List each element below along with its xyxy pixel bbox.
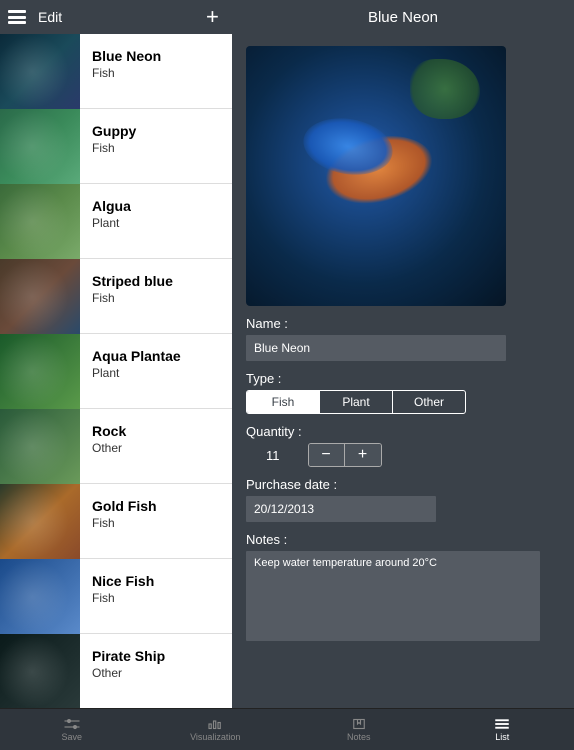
- type-label: Type :: [246, 371, 560, 386]
- item-type: Fish: [92, 66, 222, 80]
- sliders-icon: [63, 717, 81, 731]
- add-button[interactable]: +: [206, 4, 219, 30]
- item-thumbnail: [0, 259, 80, 334]
- bookmark-icon: [350, 717, 368, 731]
- item-type: Fish: [92, 516, 222, 530]
- item-type: Fish: [92, 291, 222, 305]
- tab-bar: Save Visualization Notes List: [0, 708, 574, 750]
- item-name: Guppy: [92, 123, 222, 139]
- tab-notes[interactable]: Notes: [287, 709, 431, 750]
- item-name: Rock: [92, 423, 222, 439]
- item-thumbnail: [0, 34, 80, 109]
- list-item[interactable]: Nice Fish Fish: [0, 559, 232, 634]
- item-type: Fish: [92, 141, 222, 155]
- item-thumbnail: [0, 109, 80, 184]
- type-option-plant[interactable]: Plant: [320, 391, 393, 413]
- stepper-plus[interactable]: +: [345, 444, 381, 466]
- type-option-fish[interactable]: Fish: [247, 391, 320, 413]
- item-type: Other: [92, 441, 222, 455]
- item-name: Nice Fish: [92, 573, 222, 589]
- list-item[interactable]: Guppy Fish: [0, 109, 232, 184]
- bars-icon: [206, 717, 224, 731]
- list-icon: [493, 717, 511, 731]
- tab-label: Save: [61, 732, 82, 742]
- item-type: Fish: [92, 591, 222, 605]
- quantity-value: 11: [246, 448, 280, 463]
- tab-save[interactable]: Save: [0, 709, 144, 750]
- header-bar: Edit + Blue Neon: [0, 0, 574, 34]
- stepper-minus[interactable]: −: [309, 444, 345, 466]
- purchase-date-field[interactable]: 20/12/2013: [246, 496, 436, 522]
- item-thumbnail: [0, 559, 80, 634]
- item-name: Striped blue: [92, 273, 222, 289]
- item-type: Plant: [92, 366, 222, 380]
- name-field[interactable]: Blue Neon: [246, 335, 506, 361]
- item-name: Pirate Ship: [92, 648, 222, 664]
- item-thumbnail: [0, 184, 80, 259]
- item-thumbnail: [0, 409, 80, 484]
- list-item[interactable]: Blue Neon Fish: [0, 34, 232, 109]
- name-label: Name :: [246, 316, 560, 331]
- item-name: Blue Neon: [92, 48, 222, 64]
- notes-label: Notes :: [246, 532, 560, 547]
- notes-field[interactable]: Keep water temperature around 20°C: [246, 551, 540, 641]
- item-type: Plant: [92, 216, 222, 230]
- tab-label: Notes: [347, 732, 371, 742]
- tab-label: Visualization: [190, 732, 240, 742]
- edit-button[interactable]: Edit: [38, 9, 62, 25]
- purchase-date-label: Purchase date :: [246, 477, 560, 492]
- page-title: Blue Neon: [232, 9, 574, 26]
- list-item[interactable]: Gold Fish Fish: [0, 484, 232, 559]
- item-thumbnail: [0, 334, 80, 409]
- tab-visualization[interactable]: Visualization: [144, 709, 288, 750]
- item-thumbnail: [0, 484, 80, 559]
- list-item[interactable]: Aqua Plantae Plant: [0, 334, 232, 409]
- item-list[interactable]: Blue Neon Fish Guppy Fish Algua Plant: [0, 34, 232, 708]
- quantity-label: Quantity :: [246, 424, 560, 439]
- detail-panel: Name : Blue Neon Type : Fish Plant Other…: [232, 34, 574, 708]
- item-name: Aqua Plantae: [92, 348, 222, 364]
- list-item[interactable]: Pirate Ship Other: [0, 634, 232, 708]
- item-type: Other: [92, 666, 222, 680]
- tab-list[interactable]: List: [431, 709, 574, 750]
- item-thumbnail: [0, 634, 80, 708]
- collection-icon[interactable]: [8, 10, 26, 24]
- list-item[interactable]: Striped blue Fish: [0, 259, 232, 334]
- item-name: Gold Fish: [92, 498, 222, 514]
- tab-label: List: [495, 732, 509, 742]
- item-name: Algua: [92, 198, 222, 214]
- type-option-other[interactable]: Other: [393, 391, 465, 413]
- quantity-stepper[interactable]: − +: [308, 443, 382, 467]
- list-item[interactable]: Rock Other: [0, 409, 232, 484]
- type-segmented[interactable]: Fish Plant Other: [246, 390, 466, 414]
- list-item[interactable]: Algua Plant: [0, 184, 232, 259]
- item-photo[interactable]: [246, 46, 506, 306]
